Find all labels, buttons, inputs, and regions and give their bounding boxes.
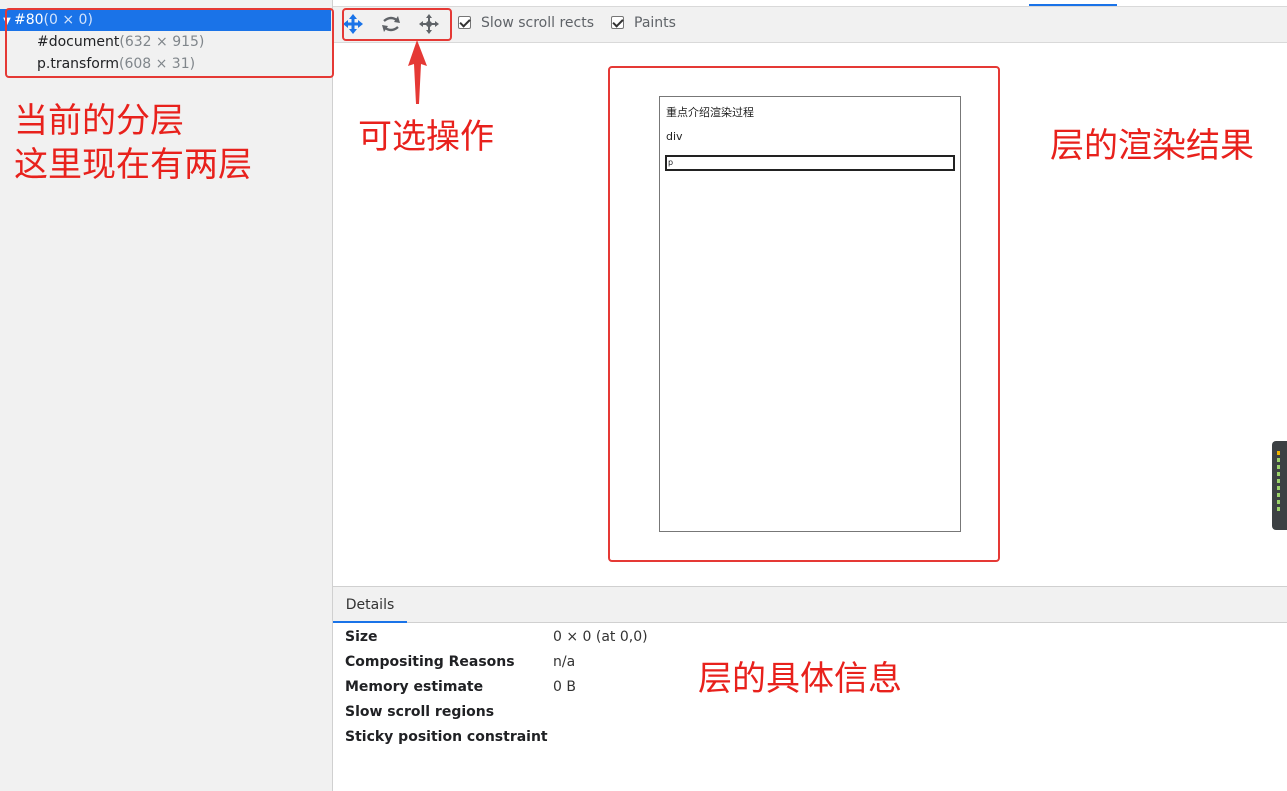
annotation-box-render <box>608 66 1000 562</box>
detail-key-size: Size <box>345 629 378 645</box>
active-tab-indicator <box>1029 4 1117 6</box>
slow-scroll-rects-label[interactable]: Slow scroll rects <box>481 15 594 31</box>
detail-value-size: 0 × 0 (at 0,0) <box>553 629 648 645</box>
annotation-box-layers <box>5 8 334 78</box>
slow-scroll-rects-checkbox[interactable] <box>458 16 471 29</box>
paints-label[interactable]: Paints <box>634 15 676 31</box>
paints-checkbox[interactable] <box>611 16 624 29</box>
annotation-two-layers: 这里现在有两层 <box>14 145 252 185</box>
layers-toolbar <box>333 6 1287 43</box>
details-tab-bar: Details <box>333 586 1287 623</box>
annotation-arrow-icon <box>408 40 427 104</box>
detail-key-sticky-position-constraint: Sticky position constraint <box>345 729 548 745</box>
tab-details[interactable]: Details <box>333 587 407 623</box>
annotation-render-result: 层的渲染结果 <box>1050 126 1254 166</box>
detail-key-slow-scroll-regions: Slow scroll regions <box>345 704 495 720</box>
detail-key-compositing-reasons: Compositing Reasons <box>345 654 515 670</box>
detail-value-memory-estimate: 0 B <box>553 679 576 695</box>
side-drawer-handle[interactable] <box>1272 441 1287 530</box>
annotation-operations: 可选操作 <box>358 117 494 157</box>
detail-value-compositing-reasons: n/a <box>553 654 576 670</box>
annotation-box-toolbar <box>342 8 452 41</box>
detail-key-memory-estimate: Memory estimate <box>345 679 484 695</box>
annotation-details-info: 层的具体信息 <box>698 659 902 699</box>
annotation-current-layers: 当前的分层 <box>14 101 184 141</box>
